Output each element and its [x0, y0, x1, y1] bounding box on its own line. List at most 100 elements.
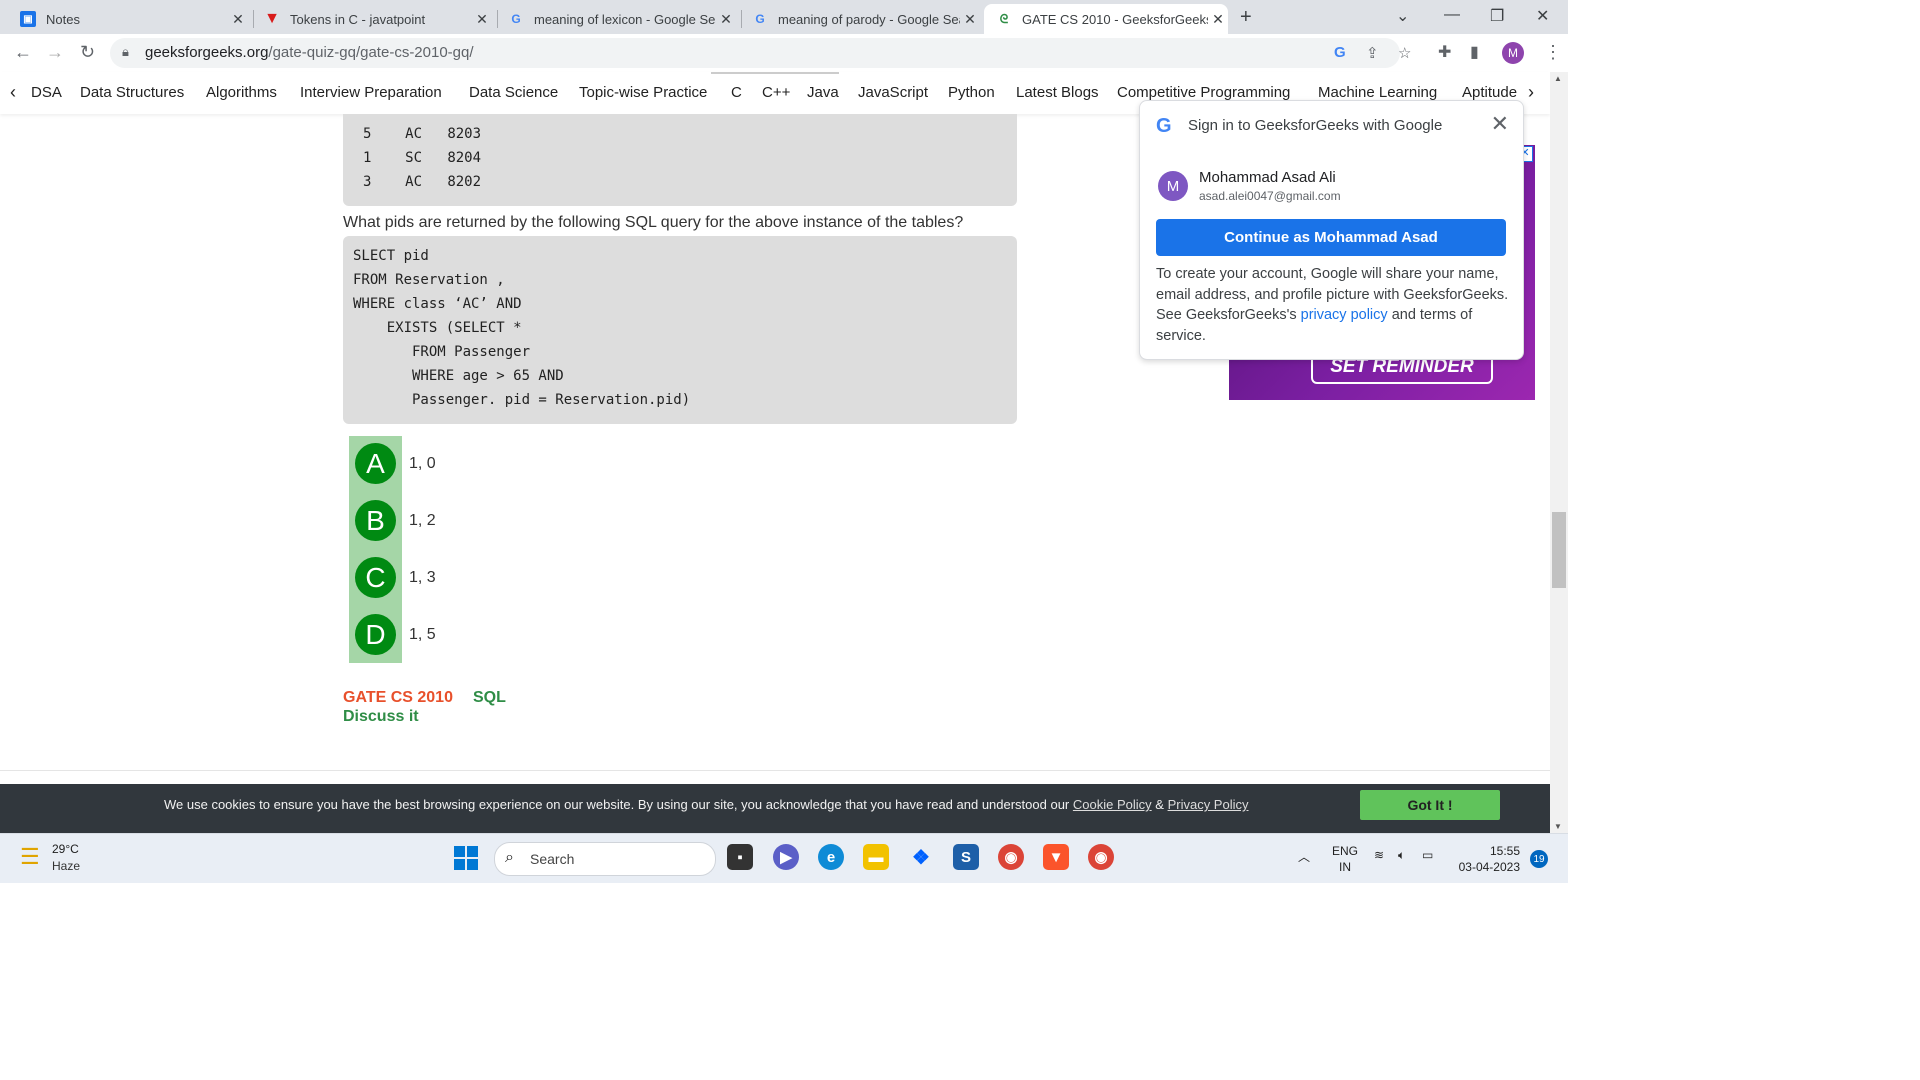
code-line: WHERE class ‘AC’ AND [353, 296, 522, 312]
chevron-right-icon[interactable]: › [1528, 82, 1534, 103]
profile-avatar[interactable]: M [1502, 42, 1524, 64]
tag-topic-link[interactable]: SQL [473, 689, 506, 707]
side-panel-icon[interactable]: ▮ [1470, 42, 1479, 62]
popup-title: Sign in to GeeksforGeeks with Google [1188, 117, 1443, 134]
chevron-left-icon[interactable]: ‹ [10, 82, 16, 103]
nav-item-dsa[interactable]: DSA [31, 84, 62, 101]
volume-icon[interactable]: 🔈︎ [1398, 848, 1405, 863]
tag-exam-link[interactable]: GATE CS 2010 [343, 689, 453, 707]
google-lens-icon[interactable]: G [1334, 44, 1346, 61]
weather-haze-icon[interactable]: ☰ [20, 844, 40, 870]
got-it-button[interactable]: Got It ! [1360, 790, 1500, 820]
browser-toolbar: ← → ↻ 🔒︎ geeksforgeeks.org/gate-quiz-gq/… [0, 34, 1568, 72]
nav-item-cpp[interactable]: C++ [762, 84, 790, 101]
scroll-down-icon[interactable]: ▼ [1554, 822, 1562, 831]
menu-kebab-icon[interactable]: ⋮ [1544, 42, 1562, 63]
nav-item-competitive-programming[interactable]: Competitive Programming [1117, 84, 1290, 101]
close-icon[interactable]: ✕ [1208, 11, 1228, 28]
battery-icon[interactable]: ▭ [1422, 848, 1433, 862]
chrome-icon[interactable]: ◉ [998, 844, 1024, 870]
cookie-banner: We use cookies to ensure you have the be… [0, 784, 1550, 833]
maximize-icon[interactable]: ❐ [1490, 6, 1504, 26]
tab-lexicon[interactable]: G meaning of lexicon - Google Sea ✕ [496, 4, 736, 34]
search-label: Search [530, 851, 575, 867]
new-tab-icon[interactable]: + [1240, 6, 1252, 29]
close-icon[interactable]: ✕ [1491, 111, 1509, 137]
chevron-up-icon[interactable]: ︿ [1298, 848, 1310, 865]
taskbar-search[interactable]: ⌕ Search [494, 842, 716, 876]
nav-item-java[interactable]: Java [807, 84, 839, 101]
tab-notes[interactable]: ▣ Notes ✕ [8, 4, 248, 34]
edge-icon[interactable]: e [818, 844, 844, 870]
tab-search-chevron-icon[interactable]: ⌄ [1396, 6, 1409, 26]
brave-icon[interactable]: ▼ [1043, 844, 1069, 870]
share-icon[interactable]: ⇪ [1366, 44, 1379, 62]
class-cell: SC [405, 150, 423, 166]
scroll-up-icon[interactable]: ▲ [1554, 74, 1562, 83]
minimize-icon[interactable]: — [1444, 6, 1460, 24]
nav-item-latest-blogs[interactable]: Latest Blogs [1016, 84, 1099, 101]
system-clock[interactable]: 15:55 03-04-2023 [1456, 843, 1520, 875]
back-icon[interactable]: ← [14, 42, 32, 63]
chrome-profile-icon[interactable]: ◉ [1088, 844, 1114, 870]
option-a-button[interactable]: A [355, 443, 396, 484]
app-s-icon[interactable]: S [953, 844, 979, 870]
page-scrollbar[interactable]: ▲ ▼ [1550, 72, 1568, 833]
option-c-button[interactable]: C [355, 557, 396, 598]
bookmark-star-icon[interactable]: ☆ [1398, 44, 1411, 62]
close-icon[interactable]: ✕ [960, 11, 980, 28]
nav-item-algorithms[interactable]: Algorithms [206, 84, 277, 101]
nav-item-javascript[interactable]: JavaScript [858, 84, 928, 101]
tab-title: Tokens in C - javatpoint [290, 11, 426, 27]
nav-item-c[interactable]: C [731, 84, 742, 101]
option-d-button[interactable]: D [355, 614, 396, 655]
extensions-icon[interactable]: ✚ [1438, 42, 1451, 62]
option-a-text[interactable]: 1, 0 [409, 455, 436, 473]
close-icon[interactable]: ✕ [472, 11, 492, 28]
weather-temperature[interactable]: 29°C [52, 842, 79, 856]
file-explorer-icon[interactable]: ▬ [863, 844, 889, 870]
nav-item-topic-wise-practice[interactable]: Topic-wise Practice [579, 84, 707, 101]
url-text[interactable]: geeksforgeeks.org/gate-quiz-gq/gate-cs-2… [145, 44, 474, 61]
option-b-button[interactable]: B [355, 500, 396, 541]
tab-parody[interactable]: G meaning of parody - Google Sea ✕ [740, 4, 980, 34]
tab-gfg[interactable]: ᘓ GATE CS 2010 - GeeksforGeeks ✕ [984, 4, 1228, 34]
option-b-text[interactable]: 1, 2 [409, 512, 436, 530]
wifi-icon[interactable]: ≋ [1374, 848, 1384, 862]
language-indicator[interactable]: ENG IN [1332, 843, 1358, 875]
forward-icon[interactable]: → [46, 42, 64, 63]
privacy-policy-link[interactable]: privacy policy [1301, 307, 1388, 323]
discuss-link[interactable]: Discuss it [343, 708, 419, 726]
notification-badge[interactable]: 19 [1530, 850, 1548, 868]
nav-item-aptitude[interactable]: Aptitude [1462, 84, 1517, 101]
weather-condition[interactable]: Haze [52, 859, 80, 873]
javatpoint-icon: ▼ [264, 10, 280, 27]
nav-item-python[interactable]: Python [948, 84, 995, 101]
nav-item-machine-learning[interactable]: Machine Learning [1318, 84, 1437, 101]
address-bar[interactable]: 🔒︎ geeksforgeeks.org/gate-quiz-gq/gate-c… [110, 38, 1411, 68]
reload-icon[interactable]: ↻ [80, 42, 95, 63]
privacy-policy-link[interactable]: Privacy Policy [1168, 797, 1249, 812]
task-view-icon[interactable]: ▪ [727, 844, 753, 870]
tab-javatpoint[interactable]: ▼ Tokens in C - javatpoint ✕ [252, 4, 492, 34]
nav-item-data-structures[interactable]: Data Structures [80, 84, 184, 101]
cookie-policy-link[interactable]: Cookie Policy [1073, 797, 1152, 812]
lang-region: IN [1339, 860, 1351, 874]
tid-cell: 8202 [447, 174, 482, 190]
clock-time: 15:55 [1489, 844, 1520, 858]
lock-icon[interactable]: 🔒︎ [122, 44, 129, 60]
table-row: 3 AC 8202 [363, 174, 481, 190]
continue-button[interactable]: Continue as Mohammad Asad [1156, 219, 1506, 256]
nav-item-data-science[interactable]: Data Science [469, 84, 558, 101]
close-icon[interactable]: ✕ [228, 11, 248, 28]
nav-item-interview-preparation[interactable]: Interview Preparation [300, 84, 442, 101]
dropbox-icon[interactable]: ❖ [908, 844, 934, 870]
option-c-text[interactable]: 1, 3 [409, 569, 436, 587]
close-icon[interactable]: ✕ [716, 11, 736, 28]
window-close-icon[interactable]: ✕ [1536, 6, 1549, 26]
teams-chat-icon[interactable]: ▶ [773, 844, 799, 870]
option-d-text[interactable]: 1, 5 [409, 626, 436, 644]
windows-start-icon[interactable] [454, 846, 478, 870]
scrollbar-thumb[interactable] [1552, 512, 1566, 588]
table-row: 1 SC 8204 [363, 150, 481, 166]
